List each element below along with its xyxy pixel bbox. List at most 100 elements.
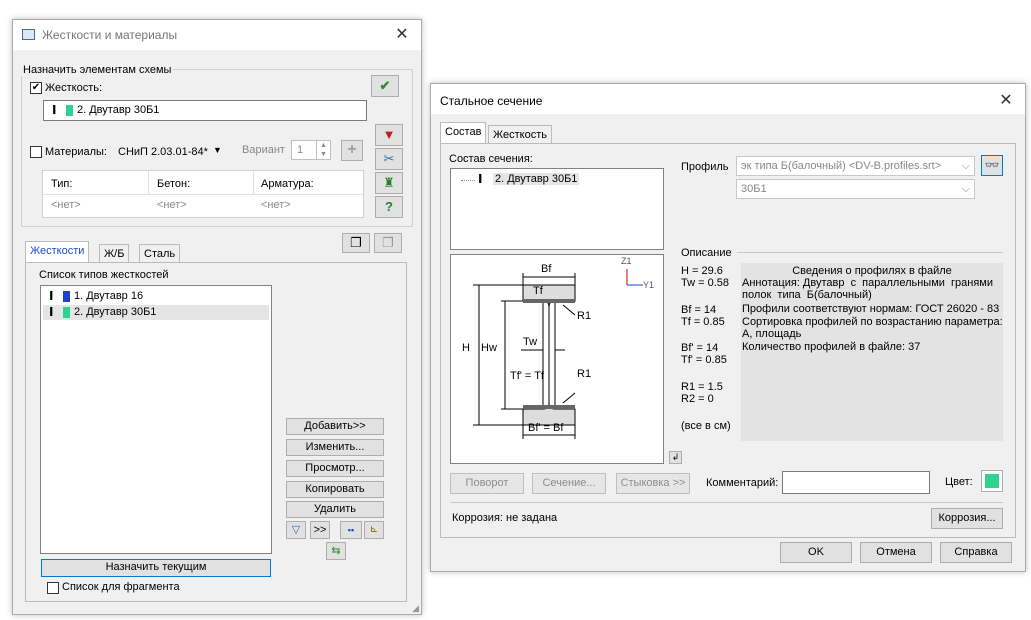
composition-tree[interactable]: I 2. Двутавр 30Б1 xyxy=(450,168,664,250)
comment-input[interactable] xyxy=(782,471,930,494)
chevron-down-icon[interactable]: ▼ xyxy=(213,145,222,155)
tab-rc[interactable]: Ж/Б xyxy=(99,244,130,263)
materials-norm-dropdown[interactable]: СНиП 2.03.01-84* xyxy=(118,146,208,158)
param-r2: R2 = 0 xyxy=(681,393,714,405)
close-icon[interactable]: ✕ xyxy=(391,24,413,46)
axis-icon[interactable]: ⊾ xyxy=(364,521,384,539)
brush-icon[interactable]: ♜ xyxy=(375,172,403,194)
help-button[interactable]: Справка xyxy=(940,542,1012,563)
profile-info-line: Профили соответствуют нормам: ГОСТ 26020… xyxy=(742,303,1000,315)
corrosion-button[interactable]: Коррозия... xyxy=(931,508,1003,529)
tab-composition-label: Состав xyxy=(445,126,482,138)
diagram-label-r1-bottom: R1 xyxy=(577,368,592,380)
param-r1: R1 = 1.5 xyxy=(681,381,723,393)
profile-type-dropdown[interactable]: эк типа Б(балочный) <DV-B.profiles.srt> … xyxy=(736,156,975,176)
align-icon[interactable]: ▪▪ xyxy=(340,521,362,539)
add-material-button[interactable]: + xyxy=(341,140,363,161)
header-type: Тип: xyxy=(51,178,73,190)
variant-field[interactable]: 1 ▲ ▼ xyxy=(291,140,331,160)
steel-section-window: Стальное сечение ✕ Состав Жесткость Сост… xyxy=(430,83,1026,572)
param-tf: Tf = 0.85 xyxy=(681,316,725,328)
rotate-button[interactable]: Поворот xyxy=(450,473,524,494)
copy-button[interactable]: Копировать xyxy=(286,481,384,498)
tab-stiffness[interactable]: Жесткости xyxy=(25,241,90,263)
materials-table: Тип: Бетон: Арматура: <нет> <нет> <нет> xyxy=(42,170,364,218)
ibeam-icon: I xyxy=(49,305,54,319)
delete-button[interactable]: Удалить xyxy=(286,501,384,518)
table-divider xyxy=(253,171,254,194)
tab-stiffness[interactable]: Жесткость xyxy=(488,125,553,144)
apply-button[interactable]: ✔ xyxy=(371,75,399,97)
refresh-icon[interactable]: ⇆ xyxy=(326,542,346,560)
copy-doc-icon[interactable]: ❐ xyxy=(342,233,370,253)
fragment-checkbox[interactable] xyxy=(47,582,59,594)
profile-info-box: Сведения о профилях в файле Аннотация: Д… xyxy=(741,263,1003,441)
ibeam-icon: I xyxy=(49,289,54,303)
color-label: Цвет: xyxy=(945,476,973,488)
materials-checkbox-label: Материалы: xyxy=(45,146,107,158)
scissors-icon[interactable]: ✂ xyxy=(375,148,403,170)
edit-button[interactable]: Изменить... xyxy=(286,439,384,456)
tab-rc-label: Ж/Б xyxy=(104,248,125,260)
stiffness-materials-window: Жесткости и материалы ✕ Назначить элемен… xyxy=(12,19,422,615)
app-icon xyxy=(22,29,35,40)
title-bar[interactable]: Стальное сечение ✕ xyxy=(431,84,1025,114)
joint-button[interactable]: Стыковка >> xyxy=(616,473,690,494)
diagram-label-tw: Tw xyxy=(523,336,538,348)
materials-checkbox[interactable] xyxy=(30,146,42,158)
glasses-icon[interactable]: 👓 xyxy=(981,155,1003,176)
view-button[interactable]: Просмотр... xyxy=(286,460,384,477)
ok-button[interactable]: OK xyxy=(780,542,852,563)
profile-size-dropdown[interactable]: 30Б1 ⌵ xyxy=(736,179,975,199)
profile-info-line: Сортировка профилей по возрастанию парам… xyxy=(742,316,1003,328)
diagram-label-r1-top: R1 xyxy=(577,310,592,322)
add-button[interactable]: Добавить>> xyxy=(286,418,384,435)
diagram-label-bf-eq: Bf' = Bf xyxy=(528,422,564,434)
list-item[interactable]: I 1. Двутавр 16 xyxy=(43,289,269,304)
param-tf2: Tf' = 0.85 xyxy=(681,354,727,366)
assign-current-button[interactable]: Назначить текущим xyxy=(41,559,271,577)
param-units: (все в см) xyxy=(681,420,731,432)
comment-label: Комментарий: xyxy=(706,477,779,489)
tab-steel-label: Сталь xyxy=(144,248,176,260)
axis-label-y1: Y1 xyxy=(643,280,655,290)
table-divider xyxy=(43,194,363,195)
tab-steel[interactable]: Сталь xyxy=(139,244,181,263)
list-item-label: 2. Двутавр 30Б1 xyxy=(74,306,157,318)
header-concrete: Бетон: xyxy=(157,178,191,190)
resize-grip-icon[interactable]: ◢ xyxy=(412,603,419,614)
profile-info-line: Аннотация: Двутавр с параллельными граня… xyxy=(742,277,994,289)
variant-spinner[interactable]: ▲ ▼ xyxy=(316,141,330,159)
profile-size-value: 30Б1 xyxy=(741,183,767,195)
title-bar[interactable]: Жесткости и материалы ✕ xyxy=(13,20,421,50)
profile-label: Профиль xyxy=(681,161,729,173)
value-type: <нет> xyxy=(51,199,81,211)
tree-connector xyxy=(461,180,475,181)
list-item[interactable]: I 2. Двутавр 30Б1 xyxy=(43,305,269,320)
fragment-checkbox-label: Список для фрагмента xyxy=(62,581,180,593)
profile-info-title: Сведения о профилях в файле xyxy=(792,265,952,277)
color-picker[interactable] xyxy=(981,470,1003,492)
help-icon[interactable]: ? xyxy=(375,196,403,218)
selected-stiffness-field: I 2. Двутавр 30Б1 xyxy=(43,100,367,121)
stiffness-checkbox[interactable]: ✔ xyxy=(30,82,42,94)
filter-icon[interactable]: ▼ xyxy=(375,124,403,146)
header-rebar: Арматура: xyxy=(261,178,314,190)
paste-doc-icon[interactable]: ❐ xyxy=(374,233,402,253)
cancel-button[interactable]: Отмена xyxy=(860,542,932,563)
composition-item[interactable]: 2. Двутавр 30Б1 xyxy=(493,173,580,185)
section-button[interactable]: Сечение... xyxy=(532,473,606,494)
tab-composition[interactable]: Состав xyxy=(440,122,487,144)
list-item-swatch xyxy=(63,291,70,302)
more-button[interactable]: >> xyxy=(310,521,330,539)
color-swatch xyxy=(985,474,999,488)
diagram-expand-icon[interactable]: ↲ xyxy=(669,451,682,464)
close-icon[interactable]: ✕ xyxy=(995,90,1017,112)
stiffness-list[interactable]: I 1. Двутавр 16 I 2. Двутавр 30Б1 xyxy=(40,285,272,554)
composition-label: Состав сечения: xyxy=(449,153,533,165)
tab-stiffness-label: Жесткость xyxy=(493,129,548,141)
window-title: Жесткости и материалы xyxy=(42,28,178,42)
variant-value: 1 xyxy=(297,144,304,156)
list-title: Список типов жесткостей xyxy=(39,269,169,281)
select-filter-icon[interactable]: ▽ xyxy=(286,521,306,539)
